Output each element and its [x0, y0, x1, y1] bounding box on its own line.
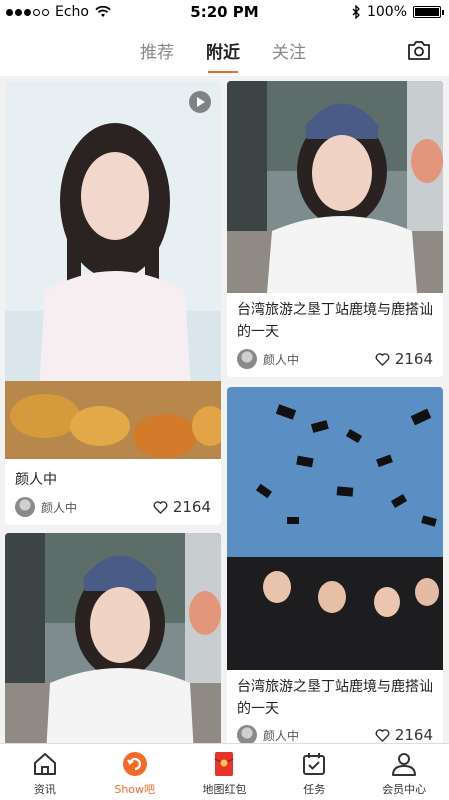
card-meta: 颜人中 2164 [15, 495, 211, 519]
tab-tasks[interactable]: 任务 [269, 744, 359, 800]
like-count: 2164 [394, 350, 433, 368]
tab-label: 资讯 [33, 783, 56, 796]
bluetooth-icon [352, 5, 360, 19]
heart-icon [375, 352, 390, 366]
card-photo[interactable] [227, 387, 443, 670]
feed-card[interactable]: 颜人中 颜人中 2164 [5, 81, 221, 525]
photo-feed: 颜人中 颜人中 2164 台湾旅游之垦丁站鹿境与鹿搭讪的一天 颜人中 2164 … [0, 78, 449, 743]
tab-label: 会员中心 [382, 783, 427, 796]
camera-icon[interactable] [407, 39, 431, 61]
heart-icon [153, 500, 168, 514]
card-title: 台湾旅游之垦丁站鹿境与鹿搭讪的一天 [237, 302, 433, 340]
battery-percent: 100% [366, 4, 407, 20]
calendar-icon [303, 753, 326, 775]
bottom-tab-bar: 资讯 Show吧 地图红包 任务 会员中心 [0, 743, 449, 800]
card-title: 颜人中 [15, 472, 57, 488]
tab-news[interactable]: 资讯 [0, 744, 90, 800]
card-title: 台湾旅游之垦丁站鹿境与鹿搭讪的一天 [237, 679, 433, 717]
author-name[interactable]: 颜人中 [263, 351, 299, 368]
feed-card[interactable] [5, 533, 221, 743]
tab-following[interactable]: 关注 [272, 38, 306, 69]
feed-card[interactable]: 台湾旅游之垦丁站鹿境与鹿搭讪的一天 颜人中 2164 [227, 81, 443, 377]
avatar[interactable] [237, 349, 257, 369]
avatar[interactable] [237, 725, 257, 743]
heart-icon [375, 728, 390, 742]
play-icon[interactable] [189, 91, 211, 113]
like-button[interactable]: 2164 [153, 498, 211, 516]
like-button[interactable]: 2164 [375, 726, 433, 743]
home-icon [33, 753, 56, 775]
show-icon [122, 752, 147, 776]
feed-card[interactable]: 台湾旅游之垦丁站鹿境与鹿搭讪的一天 颜人中 2164 [227, 387, 443, 743]
tab-map-red-envelope[interactable]: 地图红包 [180, 744, 270, 800]
top-nav: 推荐 附近 关注 [0, 26, 449, 76]
tab-label: Show吧 [114, 783, 156, 796]
tab-recommend[interactable]: 推荐 [140, 38, 174, 69]
card-photo[interactable] [227, 81, 443, 293]
author-name[interactable]: 颜人中 [263, 727, 299, 744]
status-right: 100% [352, 4, 444, 20]
tab-label: 地图红包 [202, 783, 247, 796]
author-name[interactable]: 颜人中 [41, 499, 77, 516]
card-photo[interactable] [5, 81, 221, 459]
avatar[interactable] [15, 497, 35, 517]
card-meta: 颜人中 2164 [237, 723, 433, 743]
user-icon [392, 753, 417, 776]
like-count: 2164 [172, 498, 211, 516]
like-button[interactable]: 2164 [375, 350, 433, 368]
card-photo[interactable] [5, 533, 221, 743]
like-count: 2164 [394, 726, 433, 743]
tab-label: 任务 [303, 783, 326, 796]
tab-member-center[interactable]: 会员中心 [359, 744, 449, 800]
status-bar: Echo 5:20 PM 100% [0, 0, 449, 26]
tab-nearby[interactable]: 附近 [206, 38, 240, 73]
tab-show[interactable]: Show吧 [90, 744, 180, 800]
feed-tabs: 推荐 附近 关注 [140, 38, 306, 73]
red-envelope-icon [215, 752, 234, 776]
card-meta: 颜人中 2164 [237, 347, 433, 371]
battery-icon [413, 6, 444, 18]
